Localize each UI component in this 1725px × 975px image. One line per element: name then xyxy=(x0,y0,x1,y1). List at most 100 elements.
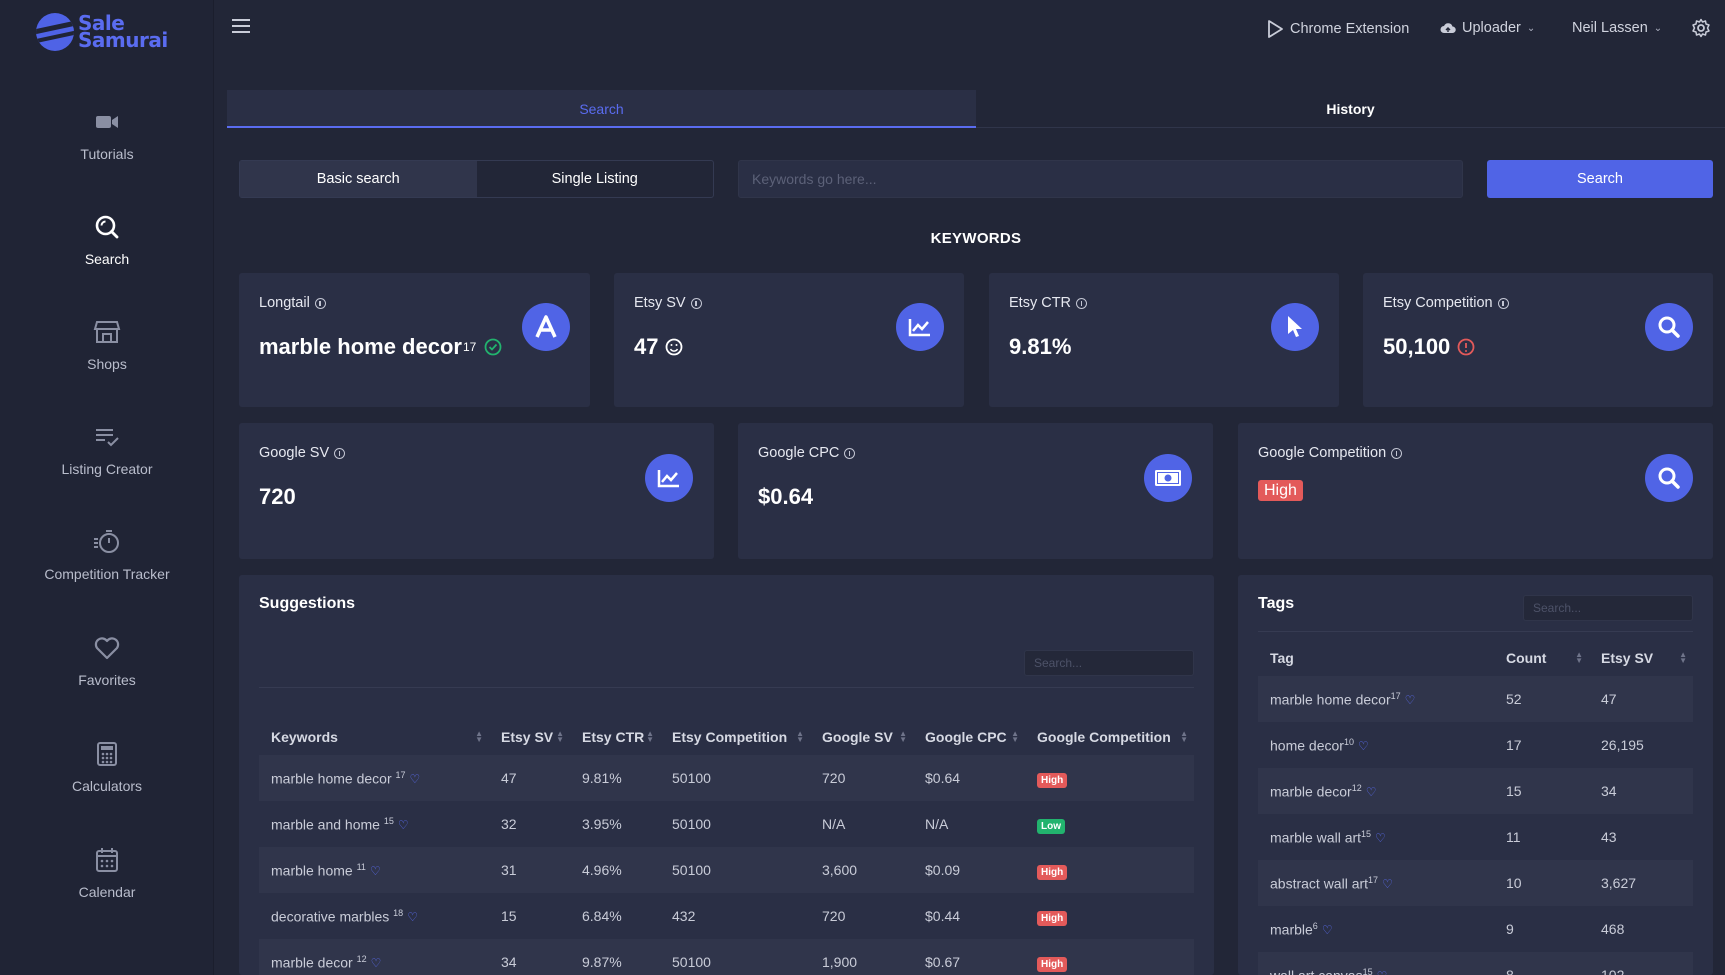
tab-history[interactable]: History xyxy=(976,90,1725,128)
sidebar-item-shops[interactable]: Shops xyxy=(0,318,214,372)
suggestions-search-input[interactable] xyxy=(1024,650,1194,676)
basic-search-button[interactable]: Basic search xyxy=(240,161,477,197)
column-header-etsy-competition[interactable]: Etsy Competition ▲ ▼ xyxy=(660,697,810,755)
info-icon[interactable] xyxy=(1391,447,1403,459)
heart-icon[interactable]: ♡ xyxy=(1405,693,1416,707)
keyword-cell[interactable]: decorative marbles 18 ♡ xyxy=(259,893,489,939)
info-icon[interactable] xyxy=(334,447,346,459)
column-header-keywords[interactable]: Keywords ▲ ▼ xyxy=(259,697,489,755)
competition-badge: Low xyxy=(1037,819,1065,834)
column-header-tag[interactable]: Tag xyxy=(1258,632,1494,676)
heart-icon[interactable]: ♡ xyxy=(1358,739,1369,753)
sidebar-item-calendar[interactable]: Calendar xyxy=(0,846,214,900)
sidebar-item-label: Tutorials xyxy=(80,146,134,162)
video-camera-icon xyxy=(93,108,121,136)
info-icon[interactable] xyxy=(314,297,326,309)
heart-icon[interactable]: ♡ xyxy=(1377,969,1388,975)
table-row[interactable]: marble home decor 17 ♡ 47 9.81% 50100 720 $0.6… xyxy=(259,755,1194,801)
sidebar-item-search[interactable]: Search xyxy=(0,213,214,267)
sort-icon: ▲ ▼ xyxy=(1011,729,1019,744)
column-header-count[interactable]: Count ▲ ▼ xyxy=(1494,632,1589,676)
word-count: 15 xyxy=(383,815,394,826)
sale-samurai-logo[interactable]: Sale Samurai xyxy=(36,12,168,52)
user-name: Neil Lassen xyxy=(1572,20,1648,36)
tags-panel: Tags Tag Count▲▼ Etsy SV▲▼ marble home d… xyxy=(1238,575,1713,975)
keyword-cell[interactable]: marble and home 15 ♡ xyxy=(259,801,489,847)
list-check-icon xyxy=(93,423,121,451)
info-icon[interactable] xyxy=(1497,297,1509,309)
table-row[interactable]: marble and home 15 ♡ 32 3.95% 50100 N/A N/A Low xyxy=(259,801,1194,847)
heart-icon[interactable]: ♡ xyxy=(371,956,382,970)
sidebar-item-competition-tracker[interactable]: Competition Tracker xyxy=(0,528,214,582)
single-listing-button[interactable]: Single Listing xyxy=(477,161,714,197)
chrome-extension-link[interactable]: Chrome Extension xyxy=(1266,20,1409,38)
etsy-sv-cell: 43 xyxy=(1601,829,1617,845)
hamburger-menu-icon[interactable] xyxy=(232,19,250,33)
info-icon[interactable] xyxy=(844,447,856,459)
uploader-dropdown[interactable]: Uploader ⌄ xyxy=(1440,20,1535,36)
heart-icon[interactable]: ♡ xyxy=(1366,785,1377,799)
table-row[interactable]: marble home 11 ♡ 31 4.96% 50100 3,600 $0.09 Hig… xyxy=(259,847,1194,893)
tag-cell[interactable]: abstract wall art17 ♡ xyxy=(1258,860,1494,906)
chevron-down-icon: ⌄ xyxy=(1653,22,1663,34)
card-label: Longtail xyxy=(259,295,310,311)
heart-icon[interactable]: ♡ xyxy=(1322,923,1333,937)
sidebar-item-label: Search xyxy=(84,251,130,267)
tag-cell[interactable]: marble wall art15 ♡ xyxy=(1258,814,1494,860)
sidebar-item-favorites[interactable]: Favorites xyxy=(0,634,214,688)
tags-search-input[interactable] xyxy=(1523,595,1693,621)
count-cell: 8 xyxy=(1506,967,1514,975)
topbar: Chrome Extension Uploader ⌄ Neil Lassen … xyxy=(214,0,1725,60)
settings-button[interactable] xyxy=(1691,18,1717,38)
heart-icon[interactable]: ♡ xyxy=(407,910,418,924)
heart-icon[interactable]: ♡ xyxy=(1375,831,1386,845)
sort-icon: ▲ ▼ xyxy=(556,729,564,744)
tag-cell[interactable]: wall art canvas15♡ xyxy=(1258,952,1494,975)
table-row[interactable]: marble decor 12 ♡ 34 9.87% 50100 1,900 $0.67 Hi… xyxy=(259,939,1194,975)
heart-icon[interactable]: ♡ xyxy=(410,772,421,786)
chrome-extension-label: Chrome Extension xyxy=(1290,21,1410,37)
tag-cell[interactable]: marble6 ♡ xyxy=(1258,906,1494,952)
table-row[interactable]: wall art canvas15♡8102 xyxy=(1258,952,1693,975)
heart-icon[interactable]: ♡ xyxy=(1382,877,1393,891)
keyword-cell[interactable]: marble home decor 17 ♡ xyxy=(259,755,489,801)
keyword-cell[interactable]: marble home 11 ♡ xyxy=(259,847,489,893)
column-header-google-competition[interactable]: Google Competition ▲ ▼ xyxy=(1025,697,1194,755)
sidebar-item-label: Competition Tracker xyxy=(44,566,170,582)
info-icon[interactable] xyxy=(690,297,702,309)
keyword-cell[interactable]: marble decor 12 ♡ xyxy=(259,939,489,975)
user-menu[interactable]: Neil Lassen ⌄ xyxy=(1572,20,1662,36)
word-count: 15 xyxy=(1362,966,1373,975)
keywords-input[interactable] xyxy=(738,160,1463,198)
sidebar-item-listing-creator[interactable]: Listing Creator xyxy=(0,423,214,477)
column-header-etsy-sv[interactable]: Etsy SV ▲ ▼ xyxy=(489,697,570,755)
table-row[interactable]: marble home decor17 ♡ 52 47 xyxy=(1258,676,1693,722)
google-cpc-card: Google CPC $0.64 xyxy=(738,423,1213,559)
sidebar-item-calculators[interactable]: Calculators xyxy=(0,740,214,794)
column-header-google-cpc[interactable]: Google CPC ▲ ▼ xyxy=(913,697,1025,755)
column-header-etsy-sv[interactable]: Etsy SV ▲ ▼ xyxy=(1589,632,1693,676)
column-header-etsy-ctr[interactable]: Etsy CTR ▲ ▼ xyxy=(570,697,660,755)
heart-icon[interactable]: ♡ xyxy=(398,818,409,832)
heart-icon[interactable]: ♡ xyxy=(370,864,381,878)
table-row[interactable]: marble6 ♡ 9 468 xyxy=(1258,906,1693,952)
etsy-ctr-card: Etsy CTR 9.81% xyxy=(989,273,1339,407)
google-cpc-cell: $0.67 xyxy=(925,954,961,970)
tag-cell[interactable]: home decor10 ♡ xyxy=(1258,722,1494,768)
column-header-google-sv[interactable]: Google SV ▲ ▼ xyxy=(810,697,913,755)
google-sv-cell: 3,600 xyxy=(822,862,858,878)
table-row[interactable]: home decor10 ♡ 17 26,195 xyxy=(1258,722,1693,768)
table-row[interactable]: abstract wall art17 ♡ 10 3,627 xyxy=(1258,860,1693,906)
competition-badge: High xyxy=(1037,773,1068,788)
sidebar-item-tutorials[interactable]: Tutorials xyxy=(0,108,214,162)
etsy-ctr-cell: 6.84% xyxy=(582,908,622,924)
tag-cell[interactable]: marble decor12 ♡ xyxy=(1258,768,1494,814)
tab-search[interactable]: Search xyxy=(227,90,976,128)
search-button[interactable]: Search xyxy=(1487,160,1713,198)
search-icon xyxy=(1645,454,1693,502)
table-row[interactable]: marble wall art15 ♡ 11 43 xyxy=(1258,814,1693,860)
table-row[interactable]: marble decor12 ♡ 15 34 xyxy=(1258,768,1693,814)
table-row[interactable]: decorative marbles 18 ♡ 15 6.84% 432 720 $0.44… xyxy=(259,893,1194,939)
tag-cell[interactable]: marble home decor17 ♡ xyxy=(1258,676,1494,722)
info-icon[interactable] xyxy=(1076,297,1088,309)
